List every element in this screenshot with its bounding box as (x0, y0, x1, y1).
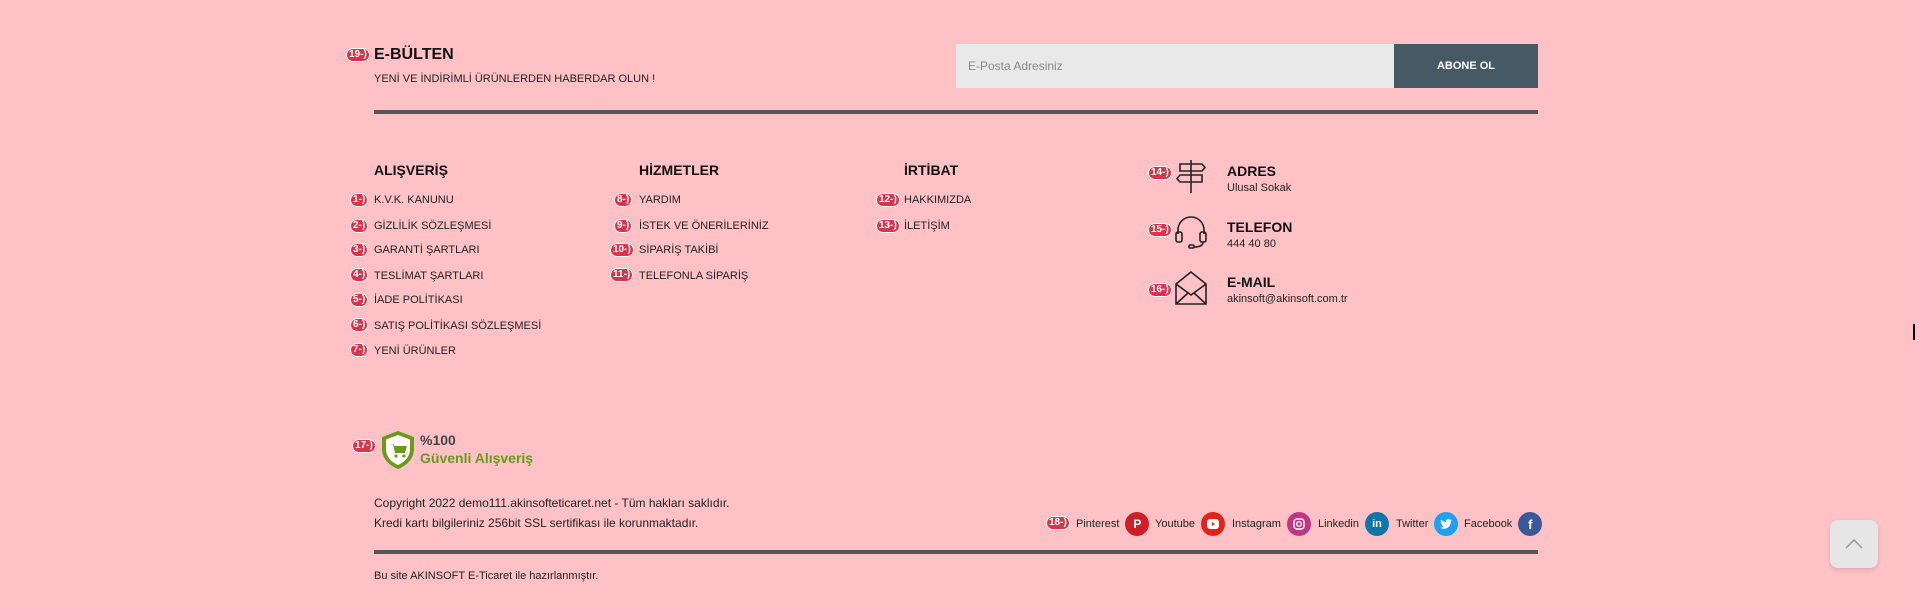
annotation-tag: 9-) (614, 219, 633, 233)
social-youtube[interactable]: Youtube (1155, 512, 1225, 536)
footer: 19-) E-BÜLTEN YENİ VE İNDİRİMLİ ÜRÜNLERD… (0, 0, 1918, 608)
link-about[interactable]: HAKKIMIZDA (904, 194, 971, 206)
youtube-icon[interactable] (1200, 512, 1225, 536)
social-label: Youtube (1155, 518, 1195, 530)
instagram-icon[interactable] (1286, 512, 1311, 536)
link-sales-policy[interactable]: SATIŞ POLİTİKASI SÖZLEŞMESİ (374, 320, 541, 332)
annotation-tag: 12-) (876, 193, 900, 207)
annotation-tag: 18-) (1046, 516, 1070, 530)
subscribe-button[interactable]: ABONE OL (1394, 44, 1538, 88)
column-title-services: HİZMETLER (639, 162, 720, 178)
shield-cart-icon (382, 431, 414, 469)
link-delivery[interactable]: TESLİMAT ŞARTLARI (374, 270, 483, 282)
link-kvk[interactable]: K.V.K. KANUNU (374, 194, 454, 206)
back-to-top-button[interactable] (1830, 520, 1878, 568)
social-label: Facebook (1464, 518, 1513, 530)
signpost-icon (1175, 160, 1207, 193)
link-new-products[interactable]: YENİ ÜRÜNLER (374, 345, 456, 357)
annotation-tag: 13-) (876, 219, 900, 233)
annotation-tag: 8-) (614, 193, 633, 207)
column-title-contact: İRTİBAT (904, 162, 959, 178)
annotation-tag: 4-) (350, 268, 369, 282)
facebook-icon[interactable]: f (1518, 512, 1543, 536)
annotation-tag: 7-) (350, 343, 369, 357)
social-twitter[interactable]: Twitter (1396, 512, 1459, 536)
contact-title-address: ADRES (1227, 163, 1277, 179)
social-label: Twitter (1396, 518, 1429, 530)
pinterest-icon[interactable]: P (1125, 512, 1150, 536)
linkedin-icon[interactable]: in (1364, 512, 1389, 536)
annotation-tag: 14-) (1148, 166, 1172, 180)
divider (374, 550, 1538, 554)
annotation-tag: 5-) (350, 293, 369, 307)
annotation-tag: 10-) (610, 243, 634, 257)
twitter-icon[interactable] (1434, 512, 1459, 536)
social-linkedin[interactable]: Linkedin in (1318, 512, 1389, 536)
copyright-text: Copyright 2022 demo111.akinsofteticaret.… (374, 496, 730, 510)
email-input[interactable] (956, 44, 1394, 88)
social-pinterest[interactable]: Pinterest P (1076, 512, 1150, 536)
link-suggestions[interactable]: İSTEK VE ÖNERİLERİNİZ (639, 220, 769, 232)
annotation-tag: 1-) (350, 193, 369, 207)
annotation-tag: 6-) (350, 318, 369, 332)
contact-title-email: E-MAIL (1227, 274, 1276, 290)
contact-value-email: akinsoft@akinsoft.com.tr (1227, 293, 1348, 305)
column-title-shopping: ALIŞVERİŞ (374, 162, 448, 178)
annotation-tag: 19-) (346, 48, 370, 62)
chevron-up-icon (1845, 539, 1863, 549)
contact-value-address: Ulusal Sokak (1227, 182, 1292, 194)
social-label: Instagram (1232, 518, 1281, 530)
text-cursor (1913, 324, 1915, 340)
social-label: Pinterest (1076, 518, 1120, 530)
link-order-tracking[interactable]: SİPARİŞ TAKİBİ (639, 244, 718, 256)
annotation-tag: 2-) (350, 219, 369, 233)
link-phone-order[interactable]: TELEFONLA SİPARİŞ (639, 270, 748, 282)
made-by-text: Bu site AKINSOFT E-Ticaret ile hazırlanm… (374, 570, 599, 582)
social-label: Linkedin (1318, 518, 1359, 530)
annotation-tag: 11-) (610, 268, 634, 282)
link-warranty[interactable]: GARANTİ ŞARTLARI (374, 244, 480, 256)
contact-value-phone: 444 40 80 (1227, 238, 1276, 250)
annotation-tag: 3-) (350, 243, 369, 257)
newsletter-title: E-BÜLTEN (374, 46, 454, 63)
ssl-text: Kredi kartı bilgileriniz 256bit SSL sert… (374, 516, 699, 530)
newsletter-subtitle: YENİ VE İNDİRİMLİ ÜRÜNLERDEN HABERDAR OL… (374, 73, 656, 85)
annotation-tag: 17-) (352, 439, 376, 453)
envelope-icon (1175, 270, 1207, 305)
contact-title-phone: TELEFON (1227, 219, 1293, 235)
social-facebook[interactable]: Facebook f (1464, 512, 1543, 536)
secure-label: Güvenli Alışveriş (420, 450, 534, 466)
annotation-tag: 15-) (1148, 223, 1172, 237)
divider (374, 110, 1538, 114)
link-privacy[interactable]: GİZLİLİK SÖZLEŞMESİ (374, 220, 491, 232)
headset-icon (1175, 216, 1207, 249)
link-contact[interactable]: İLETİŞİM (904, 220, 950, 232)
annotation-tag: 16-) (1148, 283, 1172, 297)
link-returns[interactable]: İADE POLİTİKASI (374, 294, 463, 306)
secure-percent: %100 (420, 432, 456, 448)
social-instagram[interactable]: Instagram (1232, 512, 1311, 536)
link-help[interactable]: YARDIM (639, 194, 681, 206)
